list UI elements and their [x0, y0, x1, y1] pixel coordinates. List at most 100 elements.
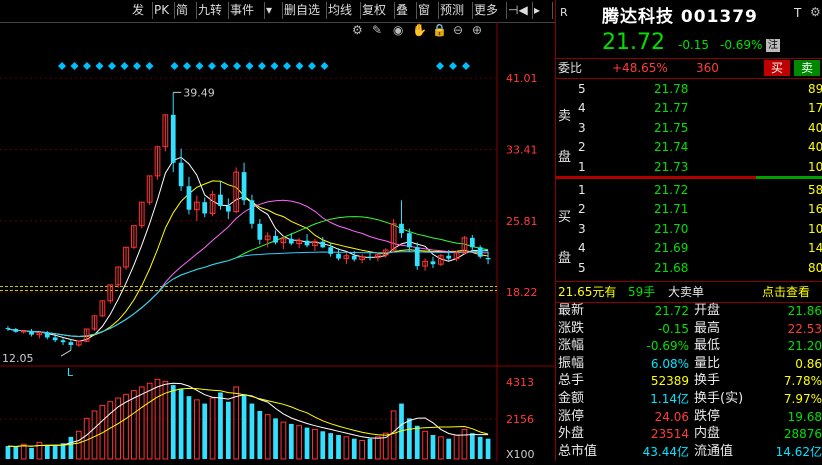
- candle-body: [44, 332, 50, 338]
- volume-bar: [123, 393, 129, 460]
- sell-button[interactable]: 卖: [794, 60, 820, 76]
- bid-row[interactable]: 4 21.69 14: [556, 239, 822, 258]
- gear-icon[interactable]: ⚙: [352, 23, 363, 37]
- bid-row[interactable]: 2 21.71 160: [556, 200, 822, 219]
- ask-row[interactable]: 3 21.75 40: [556, 119, 822, 138]
- volume-bar: [186, 396, 192, 459]
- candle-body: [68, 342, 74, 345]
- high-marker-label: 39.49: [183, 86, 215, 99]
- stat-label: 涨跌: [558, 320, 585, 336]
- level-volume: 40: [808, 120, 822, 135]
- toolbar-pk[interactable]: PK: [152, 2, 175, 19]
- ask-row[interactable]: 1 21.73 10: [556, 158, 822, 177]
- candle-body: [367, 256, 373, 258]
- candle-body: [241, 172, 247, 201]
- zoom-out-icon[interactable]: ⊖: [453, 23, 463, 37]
- volume-bar: [280, 421, 287, 460]
- stat-label: 金额: [558, 391, 585, 406]
- stats-row: 外盘 23514 内盘 28876: [556, 425, 822, 443]
- signal-diamond: [283, 62, 291, 70]
- stat-value: 24.06: [654, 409, 689, 424]
- volume-bar: [29, 447, 34, 459]
- low-flag: L: [67, 366, 74, 379]
- toolbar-shijian[interactable]: 事件: [228, 2, 265, 19]
- signal-diamond: [462, 62, 470, 70]
- buy-button[interactable]: 买: [764, 60, 790, 76]
- toolbar-jian[interactable]: 简: [174, 2, 197, 19]
- toolbar-nav-first[interactable]: ⊣◀: [506, 2, 533, 19]
- kline-svg[interactable]: 41.01 33.41 25.81 18.22 39.49 12.05 L ⚙ ✎ ◉ ✋ 🔒 ⊖ ⊕ 43…: [0, 22, 555, 461]
- volume-bar: [351, 438, 357, 459]
- volume-bar: [44, 445, 50, 459]
- toolbar-window[interactable]: 窗: [416, 2, 439, 19]
- bid-row[interactable]: 5 21.68 80: [556, 259, 822, 278]
- level-number: 5: [578, 260, 586, 275]
- zoom-in-icon[interactable]: ⊕: [472, 23, 482, 37]
- volume-bar: [241, 394, 247, 459]
- stat-value: 52389: [650, 374, 689, 389]
- toolbar-fuquan[interactable]: 复权: [360, 2, 395, 19]
- ask-row[interactable]: 5 21.78 89: [556, 80, 822, 99]
- stat-label: 振幅: [558, 355, 585, 371]
- toolbar-nav-next[interactable]: ▸: [532, 2, 553, 19]
- kline-chart[interactable]: 41.01 33.41 25.81 18.22 39.49 12.05 L ⚙ ✎ ◉ ✋ 🔒 ⊖ ⊕ 43…: [0, 22, 555, 461]
- toolbar-forecast[interactable]: 预测: [438, 2, 473, 19]
- level-price: 21.73: [654, 159, 689, 174]
- candle-body: [218, 194, 223, 206]
- candle-body: [446, 255, 452, 259]
- pencil-icon[interactable]: ✎: [372, 23, 382, 37]
- volume-bar: [233, 386, 240, 460]
- candle-body: [13, 329, 19, 332]
- volume-bar: [422, 430, 428, 460]
- market-flag: R: [560, 6, 568, 19]
- bid-row[interactable]: 3 21.70 103: [556, 220, 822, 239]
- ask-row[interactable]: 2 21.74 40: [556, 138, 822, 157]
- candle-body: [477, 247, 483, 257]
- toolbar-more[interactable]: 更多: [472, 2, 507, 19]
- signal-diamond: [245, 62, 254, 70]
- volume-axis-label: 2156: [506, 413, 534, 426]
- stat-value: 1.14亿: [650, 392, 689, 406]
- lock-icon[interactable]: 🔒: [432, 23, 447, 37]
- toolbar-fa[interactable]: 发: [130, 2, 153, 19]
- level-price: 21.68: [654, 260, 689, 275]
- candle-body: [170, 114, 176, 163]
- bid-row[interactable]: 1 21.72 58: [556, 181, 822, 200]
- level-number: 2: [578, 140, 586, 155]
- volume-bar: [328, 433, 334, 459]
- margin-tag: 注: [766, 39, 780, 52]
- toolbar-overlay[interactable]: 叠: [394, 2, 417, 19]
- volume-bar: [146, 382, 153, 460]
- bid-book: 买盘121.7258221.71160321.70103421.6914521.…: [556, 181, 822, 279]
- volume-bar: [375, 436, 381, 460]
- level-volume: 10: [808, 159, 822, 174]
- volume-bar: [75, 430, 82, 460]
- level-number: 4: [578, 241, 586, 256]
- level-volume: 80: [808, 260, 822, 275]
- signal-diamond: [133, 62, 141, 70]
- eye-icon[interactable]: ◉: [393, 23, 403, 37]
- volume-bar: [131, 390, 137, 460]
- stat-value: 0.86: [795, 356, 822, 371]
- signal-diamond: [108, 62, 116, 70]
- candle-body: [29, 330, 34, 335]
- ask-row[interactable]: 4 21.77 17: [556, 99, 822, 118]
- toolbar-dropdown[interactable]: ▾: [264, 2, 283, 19]
- volume-bar: [296, 425, 303, 460]
- volume-bar: [170, 385, 176, 459]
- level-number: 2: [578, 202, 586, 217]
- volume-bar: [178, 388, 184, 459]
- signal-diamond: [58, 62, 66, 70]
- candle-body: [202, 202, 208, 214]
- t-icon[interactable]: T: [794, 6, 801, 20]
- toolbar-del-watchlist[interactable]: 删自选: [282, 2, 327, 19]
- stats-row: 涨幅 -0.69% 最低 21.20: [556, 337, 822, 355]
- toolbar-jiuzhuan[interactable]: 九转: [196, 2, 229, 19]
- stat-label: 量比: [694, 355, 721, 371]
- view-details-link[interactable]: 点击查看: [762, 283, 810, 302]
- toolbar-ma[interactable]: 均线: [326, 2, 361, 19]
- hand-icon[interactable]: ✋: [412, 23, 427, 37]
- settings-icon[interactable]: ⚙: [810, 5, 821, 19]
- signal-diamond: [195, 62, 204, 70]
- stat-value: 14.62亿: [775, 444, 822, 459]
